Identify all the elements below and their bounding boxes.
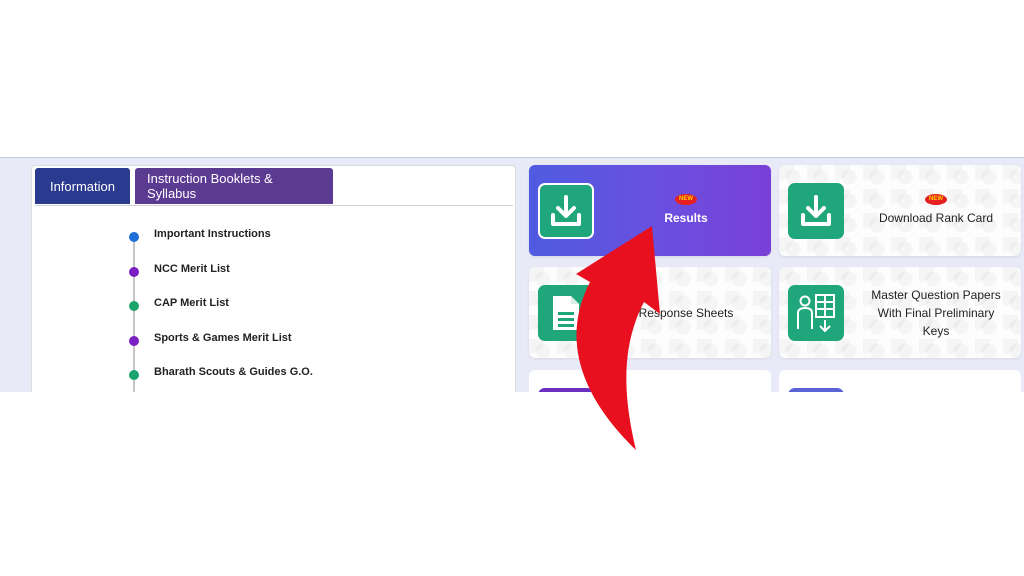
screenshot-band: Information Instruction Booklets & Sylla… — [0, 157, 1024, 392]
tab-instruction-booklets[interactable]: Instruction Booklets & Syllabus — [135, 168, 333, 204]
list-item-label[interactable]: Sports & Games Merit List — [154, 332, 292, 344]
list-item[interactable]: Sports & Games Merit List — [122, 332, 482, 367]
red-arrow-icon — [576, 226, 660, 450]
timeline-dot — [129, 335, 139, 346]
information-panel: Information Instruction Booklets & Sylla… — [31, 165, 516, 392]
list-item[interactable]: NCC Merit List — [122, 263, 482, 298]
timeline-dot — [129, 301, 139, 311]
partial-tile[interactable] — [779, 370, 1021, 392]
master-papers-line-2: With Final Preliminary — [877, 305, 995, 320]
timeline-dot — [129, 370, 139, 380]
rank-card-tile-text: NEW Download Rank Card — [859, 165, 1013, 256]
list-item-label[interactable]: Important Instructions — [154, 228, 271, 240]
master-papers-tile-text: Master Question Papers With Final Prelim… — [859, 267, 1013, 358]
tab-divider — [35, 205, 513, 206]
tile-icon-partial — [788, 388, 844, 392]
list-item-label[interactable]: CAP Merit List — [154, 297, 229, 309]
list-item[interactable]: Bharath Scouts & Guides G.O. — [122, 366, 482, 392]
new-badge: NEW — [925, 194, 947, 205]
timeline-dot — [129, 266, 139, 277]
master-papers-line-1: Master Question Papers — [871, 287, 1001, 302]
master-papers-line-3: Keys — [922, 323, 950, 338]
tab-bar: Information Instruction Booklets & Sylla… — [35, 168, 333, 204]
page: Information Instruction Booklets & Sylla… — [0, 0, 1024, 576]
rank-card-label: Download Rank Card — [878, 211, 994, 225]
master-question-papers-tile[interactable]: Master Question Papers With Final Prelim… — [779, 267, 1021, 358]
list-item[interactable]: Important Instructions — [122, 228, 482, 263]
timeline-dot — [129, 232, 139, 242]
new-badge: NEW — [675, 194, 697, 205]
list-item-label[interactable]: Bharath Scouts & Guides G.O. — [154, 366, 313, 378]
tab-information[interactable]: Information — [35, 168, 130, 204]
download-rank-card-tile[interactable]: NEW Download Rank Card — [779, 165, 1021, 256]
timeline-list: Important Instructions NCC Merit List CA… — [122, 228, 482, 392]
list-item[interactable]: CAP Merit List — [122, 297, 482, 332]
list-item-label[interactable]: NCC Merit List — [154, 263, 230, 275]
question-paper-icon — [788, 285, 844, 341]
download-icon — [788, 183, 844, 239]
